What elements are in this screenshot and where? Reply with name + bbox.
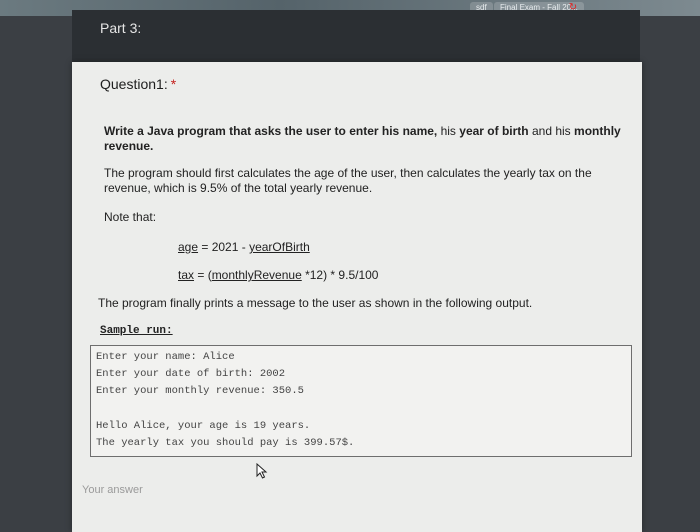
note-label: Note that: [104, 210, 157, 224]
question-instruction: Write a Java program that asks the user … [104, 124, 624, 154]
section-title: Part 3: [100, 20, 142, 36]
required-asterisk: * [170, 76, 177, 92]
instruction-name: name, [402, 124, 438, 138]
sample-run-label: Sample run: [100, 325, 173, 337]
instruction-part: his [440, 124, 456, 138]
answer-input[interactable]: Your answer [82, 484, 143, 496]
question-title-text: Question1: [100, 76, 168, 92]
question-title: Question1: * [100, 76, 176, 92]
formula-rest: *12) * 9.5/100 [301, 268, 379, 282]
question-paragraph: The program should first calculates the … [104, 166, 592, 195]
formula-rhs: monthlyRevenue [211, 268, 302, 282]
question-paragraph: The program finally prints a message to … [98, 296, 533, 310]
sample-line: Enter your name: Alice [96, 351, 235, 363]
sample-line: Hello Alice, your age is 19 years. [96, 420, 311, 432]
question-card: Question1: * Write a Java program that as… [72, 62, 642, 532]
formula-age: age = 2021 - yearOfBirth [178, 240, 310, 254]
sample-output-box: Enter your name: Alice Enter your date o… [90, 345, 632, 457]
formula-var: tax [178, 268, 195, 282]
sample-line: The yearly tax you should pay is 399.57$… [96, 437, 355, 449]
instruction-year: year of birth [459, 124, 529, 138]
formula-tax: tax = (monthlyRevenue *12) * 9.5/100 [178, 268, 378, 282]
sample-line: Enter your date of birth: 2002 [96, 368, 286, 380]
mouse-cursor-icon [256, 463, 268, 479]
instruction-part: and his [531, 124, 571, 138]
sample-line: Enter your monthly revenue: 350.5 [96, 385, 304, 397]
formula-rhs: yearOfBirth [249, 240, 310, 254]
formula-op: = 2021 - [198, 240, 250, 254]
instruction-part: Write a Java program that asks the user … [104, 124, 400, 138]
formula-var: age [178, 240, 199, 254]
formula-op: = ( [194, 268, 212, 282]
